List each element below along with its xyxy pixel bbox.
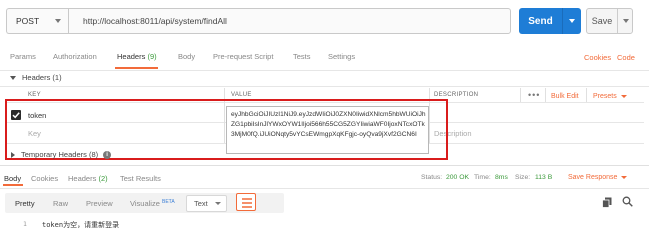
column-divider [586, 88, 587, 102]
search-icon[interactable] [622, 196, 633, 207]
chevron-down-icon [214, 202, 221, 205]
tab-params[interactable]: Params [10, 52, 36, 61]
tab-pre-request-script[interactable]: Pre-request Script [213, 52, 273, 61]
size-label: Size: [515, 174, 531, 181]
bulk-edit-link[interactable]: Bulk Edit [551, 93, 579, 100]
collapse-icon [10, 75, 16, 80]
format-raw[interactable]: Raw [53, 199, 68, 208]
response-tab-headers-label: Headers [68, 174, 97, 183]
wrap-lines-button[interactable] [236, 193, 256, 211]
presets-label: Presets [593, 93, 617, 100]
time-value: 8ms [495, 174, 508, 181]
chevron-down-icon [620, 95, 627, 98]
save-label: Save [591, 16, 613, 26]
tab-settings[interactable]: Settings [328, 52, 355, 61]
time-label: Time: [474, 174, 491, 181]
format-preview[interactable]: Preview [86, 199, 113, 208]
tab-authorization[interactable]: Authorization [53, 52, 97, 61]
save-dropdown-icon[interactable] [623, 19, 629, 23]
tab-body[interactable]: Body [178, 52, 195, 61]
response-tab-headers[interactable]: Headers (2) [68, 174, 108, 183]
chevron-down-icon [55, 19, 61, 23]
tabs-divider [0, 70, 649, 71]
url-text: http://localhost:8011/api/system/findAll [83, 16, 227, 26]
tab-headers[interactable]: Headers (9) [117, 52, 157, 61]
send-label: Send [528, 15, 553, 27]
beta-badge: BETA [161, 199, 175, 205]
response-body-text: token为空，请重新登录 [42, 221, 120, 229]
column-header-description: DESCRIPTION [434, 92, 479, 98]
format-pretty[interactable]: Pretty [15, 199, 35, 208]
response-tab-cookies[interactable]: Cookies [31, 174, 58, 183]
save-response-dropdown[interactable]: Save Response [568, 174, 628, 181]
more-options-icon[interactable]: ••• [528, 90, 540, 100]
headers-section-title: Headers (1) [22, 73, 62, 82]
send-button[interactable]: Send [519, 8, 581, 34]
save-button[interactable]: Save [586, 8, 633, 34]
tab-headers-label: Headers [117, 52, 146, 61]
column-divider [545, 88, 546, 102]
active-tab-indicator [115, 67, 158, 69]
response-tab-test-results[interactable]: Test Results [120, 174, 161, 183]
send-dropdown-icon[interactable] [569, 19, 575, 23]
status-value: 200 OK [446, 174, 470, 181]
info-icon[interactable]: i [103, 150, 112, 159]
code-link[interactable]: Code [617, 53, 635, 62]
response-tab-body[interactable]: Body [4, 174, 21, 183]
line-number: 1 [23, 220, 27, 228]
method-label: POST [16, 16, 40, 26]
response-active-tab-indicator [3, 184, 23, 186]
response-format-select[interactable]: Text [186, 195, 227, 212]
send-divider [562, 8, 563, 34]
response-tab-headers-count: (2) [98, 174, 108, 183]
pane-divider [0, 165, 649, 166]
format-visualize[interactable]: Visualize BETA [130, 199, 175, 208]
tab-tests[interactable]: Tests [293, 52, 311, 61]
request-tabs: Params Authorization Headers (9) Body Pr… [10, 52, 640, 64]
save-divider [617, 9, 618, 33]
response-format-label: Text [194, 199, 208, 208]
temporary-headers-toggle[interactable]: Temporary Headers (8) i [11, 150, 112, 159]
response-tabs-divider [0, 188, 649, 189]
wrap-lines-icon [242, 198, 252, 208]
copy-icon[interactable] [602, 197, 612, 208]
url-input[interactable]: http://localhost:8011/api/system/findAll [68, 8, 511, 34]
expand-icon [11, 151, 15, 158]
temporary-headers-label: Temporary Headers (8) [21, 150, 99, 159]
method-select[interactable]: POST [6, 8, 68, 34]
cookies-link[interactable]: Cookies [584, 53, 611, 62]
column-header-value: VALUE [231, 92, 252, 98]
status-label: Status: [421, 174, 443, 181]
size-value: 113 B [535, 174, 553, 181]
column-header-key: KEY [28, 92, 41, 98]
save-response-label: Save Response [568, 174, 618, 181]
tab-headers-count: (9) [147, 52, 157, 61]
headers-section-toggle[interactable]: Headers (1) [10, 73, 62, 82]
presets-dropdown[interactable]: Presets [593, 93, 627, 100]
column-divider [520, 88, 521, 102]
chevron-down-icon [621, 176, 628, 179]
section-divider [0, 86, 649, 87]
format-visualize-label: Visualize [130, 199, 160, 208]
